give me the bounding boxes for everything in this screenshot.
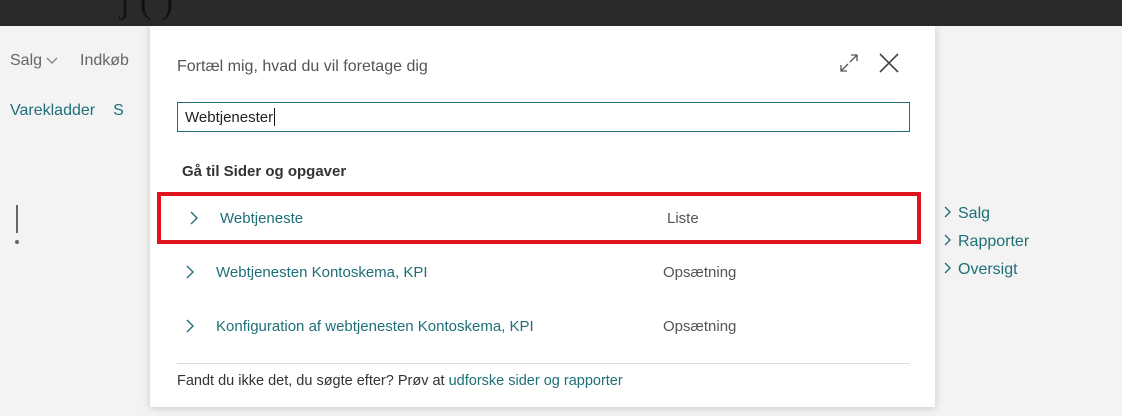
- side-link-rapporter[interactable]: Rapporter: [944, 233, 1029, 251]
- result-type: Opsætning: [663, 263, 737, 281]
- background-exclamation-dot: [15, 240, 19, 244]
- result-row-konfiguration[interactable]: Konfiguration af webtjenesten Kontoskema…: [157, 300, 921, 352]
- action-s[interactable]: S: [113, 102, 124, 120]
- action-varekladder[interactable]: Varekladder: [10, 102, 95, 120]
- result-type: Opsætning: [663, 317, 737, 335]
- search-input-value: Webtjenester: [185, 108, 274, 126]
- dialog-controls: [837, 51, 901, 75]
- result-type: Liste: [667, 209, 699, 227]
- chevron-right-icon: [944, 233, 952, 251]
- background-actions: Varekladder S: [10, 102, 124, 120]
- text-caret: [274, 108, 276, 126]
- background-exclamation: [16, 205, 18, 233]
- chevron-down-icon: [46, 54, 58, 68]
- search-input[interactable]: Webtjenester: [177, 102, 910, 132]
- nav-item-salg[interactable]: Salg: [10, 52, 58, 70]
- chevron-right-icon: [185, 265, 195, 279]
- background-side-links: Salg Rapporter Oversigt: [944, 205, 1029, 279]
- chevron-right-icon: [189, 211, 199, 225]
- footer-divider: [177, 363, 910, 364]
- result-row-webtjeneste[interactable]: Webtjeneste Liste: [157, 192, 921, 244]
- top-bar: j ( ): [0, 0, 1122, 26]
- close-icon[interactable]: [877, 51, 901, 75]
- dialog-footer: Fandt du ikke det, du søgte efter? Prøv …: [177, 373, 623, 389]
- topbar-text-fragment: j ( ): [120, 0, 175, 21]
- background-nav: Salg Indkøb: [10, 52, 129, 70]
- tell-me-dialog: Fortæl mig, hvad du vil foretage dig Web…: [150, 26, 935, 407]
- footer-text: Fandt du ikke det, du søgte efter? Prøv …: [177, 373, 449, 389]
- side-link-oversigt[interactable]: Oversigt: [944, 261, 1029, 279]
- chevron-right-icon: [185, 319, 195, 333]
- section-heading: Gå til Sider og opgaver: [182, 163, 347, 180]
- chevron-right-icon: [944, 261, 952, 279]
- expand-icon[interactable]: [837, 51, 861, 75]
- result-label: Webtjeneste: [220, 209, 304, 227]
- result-label: Webtjenesten Kontoskema, KPI: [216, 263, 428, 281]
- nav-item-indkob[interactable]: Indkøb: [80, 52, 129, 70]
- result-label: Konfiguration af webtjenesten Kontoskema…: [216, 317, 534, 335]
- side-link-salg[interactable]: Salg: [944, 205, 1029, 223]
- result-row-webtjenesten-kontoskema[interactable]: Webtjenesten Kontoskema, KPI Opsætning: [157, 246, 921, 298]
- dialog-title: Fortæl mig, hvad du vil foretage dig: [177, 58, 428, 75]
- chevron-right-icon: [944, 205, 952, 223]
- explore-pages-link[interactable]: udforske sider og rapporter: [449, 373, 623, 389]
